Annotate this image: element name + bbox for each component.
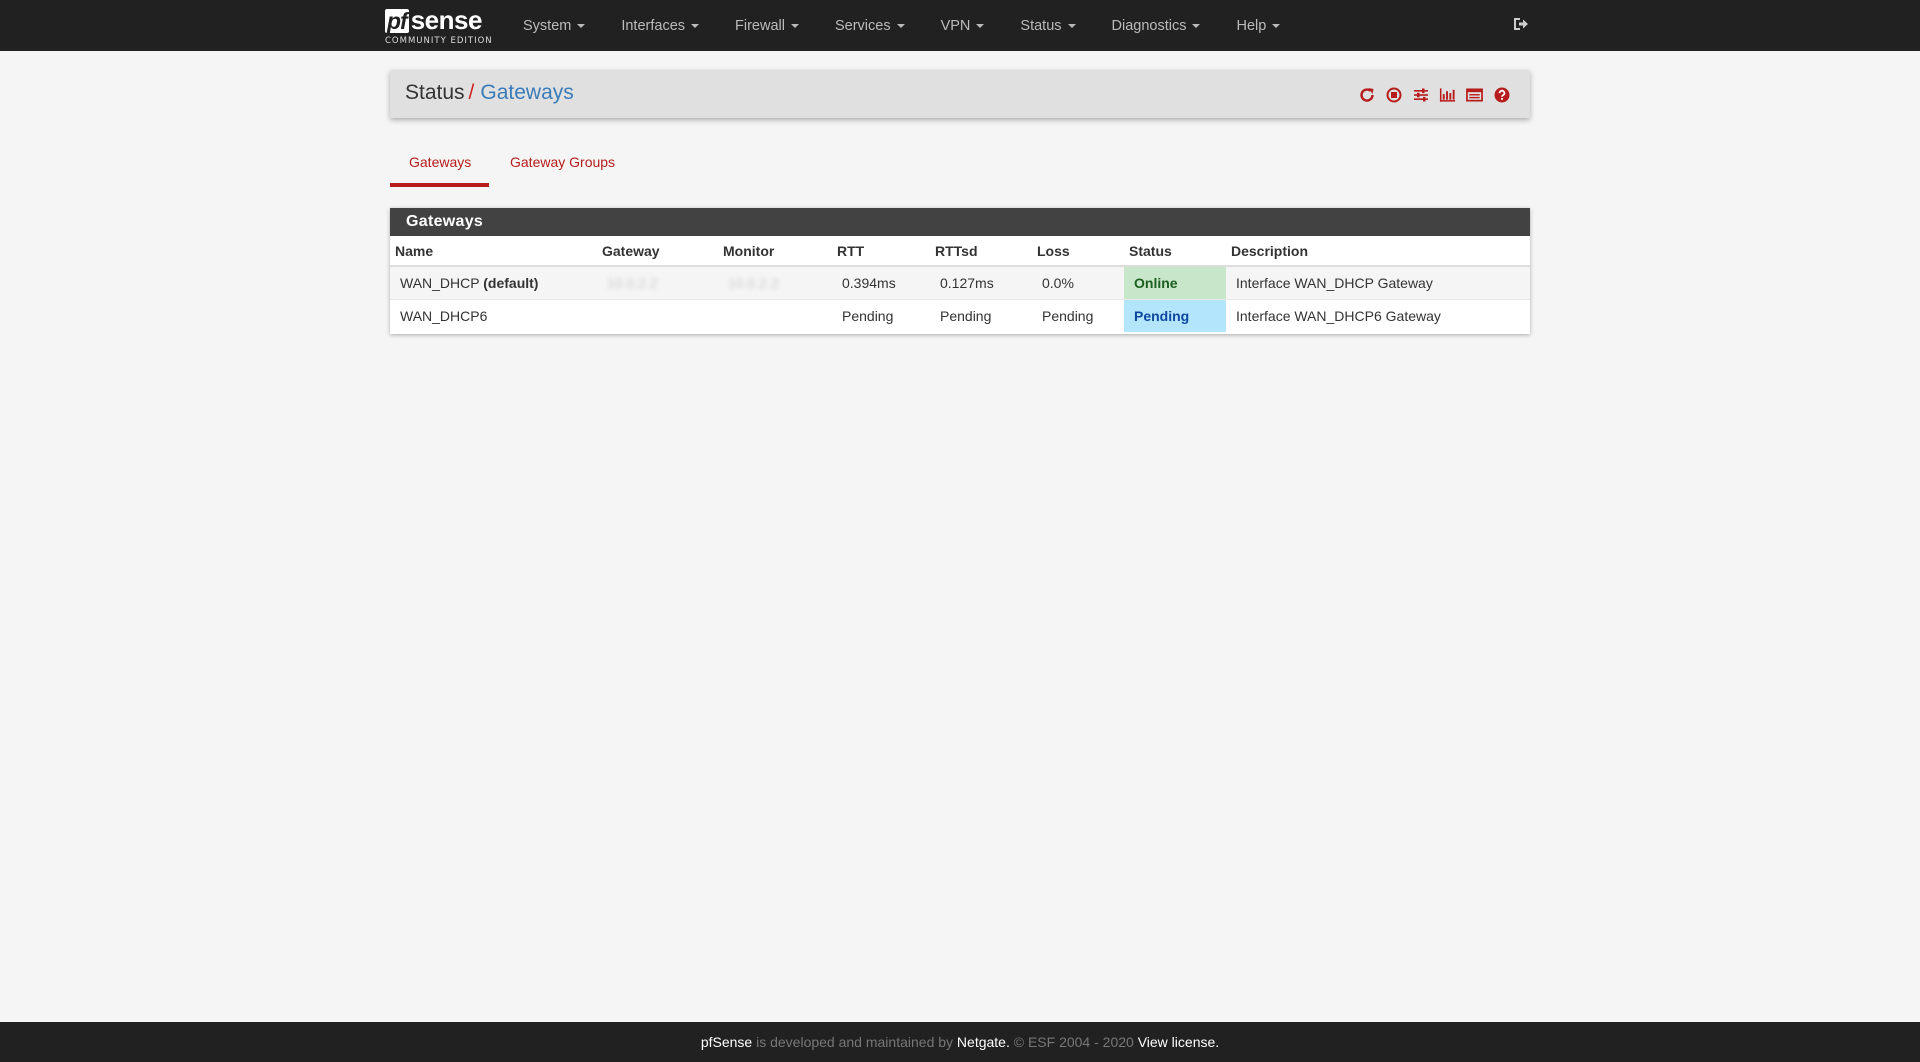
tab-gateways[interactable]: Gateways xyxy=(390,146,489,187)
column-header: Name xyxy=(390,236,597,267)
gateway-address-cell: 10.0.2.2 xyxy=(597,265,718,299)
monitor-address-cell: 10.0.2.2 xyxy=(718,265,832,299)
logo-sense: sense xyxy=(410,5,483,35)
menu-label: System xyxy=(523,17,572,34)
sign-out-icon[interactable] xyxy=(1512,15,1532,35)
stop-circle-icon[interactable] xyxy=(1385,86,1402,103)
caret-down-icon xyxy=(976,23,985,28)
description-cell: Interface WAN_DHCP6 Gateway xyxy=(1226,298,1530,332)
rttsd-cell: 0.127ms xyxy=(930,265,1032,299)
gateway-name: WAN_DHCP xyxy=(400,274,480,291)
breadcrumb-separator: / xyxy=(468,81,475,104)
monitor-address-cell xyxy=(718,298,832,332)
description-cell: Interface WAN_DHCP Gateway xyxy=(1226,265,1530,299)
menu-system[interactable]: System xyxy=(505,0,603,51)
rtt-cell: Pending xyxy=(832,298,930,332)
rttsd-cell: Pending xyxy=(930,298,1032,332)
view-license-link[interactable]: View license. xyxy=(1138,1034,1219,1050)
column-header: Monitor xyxy=(718,236,832,267)
navbar-container: pf sense COMMUNITY EDITION System Interf… xyxy=(385,0,1530,51)
breadcrumb-current[interactable]: Gateways xyxy=(480,81,573,104)
edition-label: COMMUNITY EDITION xyxy=(385,36,493,46)
default-marker: (default) xyxy=(483,274,539,291)
menu-label: Help xyxy=(1236,17,1267,34)
menu-label: Status xyxy=(1020,17,1062,34)
status-badge: Pending xyxy=(1124,298,1226,332)
page-header: Status / Gateways xyxy=(390,70,1530,118)
menu-help[interactable]: Help xyxy=(1218,0,1298,51)
caret-down-icon xyxy=(896,23,905,28)
gateway-address: 10.0.2.2 xyxy=(607,274,658,291)
netgate-link[interactable]: Netgate. xyxy=(957,1034,1010,1050)
caret-down-icon xyxy=(691,23,700,28)
menu-firewall[interactable]: Firewall xyxy=(717,0,817,51)
page-toolbar xyxy=(1358,86,1510,103)
column-header: Loss xyxy=(1032,236,1124,267)
tab-bar: Gateways Gateway Groups xyxy=(390,146,633,187)
caret-down-icon xyxy=(1067,23,1076,28)
table-row: WAN_DHCP (default) 10.0.2.2 10.0.2.2 0.3… xyxy=(390,265,1530,299)
log-list-icon[interactable] xyxy=(1466,86,1483,103)
page-footer: pfSense is developed and maintained by N… xyxy=(0,1022,1920,1062)
help-circle-icon[interactable] xyxy=(1493,86,1510,103)
column-header: Gateway xyxy=(597,236,718,267)
footer-copyright: © ESF 2004 - 2020 xyxy=(1009,1034,1138,1050)
caret-down-icon xyxy=(1272,23,1281,28)
menu-label: Services xyxy=(834,17,891,34)
menu-label: VPN xyxy=(940,17,971,34)
column-header: Status xyxy=(1124,236,1226,267)
loss-cell: Pending xyxy=(1032,298,1124,332)
column-header: Description xyxy=(1226,236,1530,267)
bar-chart-icon[interactable] xyxy=(1439,86,1456,103)
loss-cell: 0.0% xyxy=(1032,265,1124,299)
gateways-panel: Gateways Name Gateway Monitor RTT RTTsd … xyxy=(390,208,1530,334)
tab-gateway-groups[interactable]: Gateway Groups xyxy=(491,146,633,187)
footer-brand: pfSense xyxy=(700,1034,753,1050)
column-header: RTT xyxy=(832,236,930,267)
main-menu: System Interfaces Firewall Services VPN … xyxy=(505,0,1298,51)
refresh-icon[interactable] xyxy=(1358,86,1375,103)
monitor-address: 10.0.2.2 xyxy=(728,274,779,291)
menu-vpn[interactable]: VPN xyxy=(923,0,1003,51)
sliders-icon[interactable] xyxy=(1412,86,1429,103)
footer-text: is developed and maintained by xyxy=(752,1034,957,1050)
caret-down-icon xyxy=(790,23,799,28)
caret-down-icon xyxy=(577,23,586,28)
menu-label: Interfaces xyxy=(621,17,686,34)
status-badge: Online xyxy=(1124,265,1226,299)
caret-down-icon xyxy=(1192,23,1201,28)
breadcrumb-section: Status xyxy=(405,81,465,104)
table-row: WAN_DHCP6 Pending Pending Pending Pendin… xyxy=(390,298,1530,332)
gateways-table: Name Gateway Monitor RTT RTTsd Loss Stat… xyxy=(390,236,1530,332)
menu-interfaces[interactable]: Interfaces xyxy=(603,0,717,51)
rtt-cell: 0.394ms xyxy=(832,265,930,299)
menu-status[interactable]: Status xyxy=(1002,0,1093,51)
breadcrumb: Status / Gateways xyxy=(405,81,574,105)
top-navbar: pf sense COMMUNITY EDITION System Interf… xyxy=(0,0,1920,51)
table-header-row: Name Gateway Monitor RTT RTTsd Loss Stat… xyxy=(390,236,1530,267)
menu-services[interactable]: Services xyxy=(817,0,923,51)
logo-wordmark: pf sense xyxy=(385,5,493,33)
pfsense-logo[interactable]: pf sense COMMUNITY EDITION xyxy=(385,5,493,47)
menu-label: Diagnostics xyxy=(1111,17,1187,34)
logo-pf: pf xyxy=(385,8,409,34)
gateway-name-cell: WAN_DHCP6 xyxy=(390,298,597,332)
menu-diagnostics[interactable]: Diagnostics xyxy=(1094,0,1219,51)
menu-label: Firewall xyxy=(735,17,785,34)
panel-title: Gateways xyxy=(390,208,1530,236)
gateway-name: WAN_DHCP6 xyxy=(400,307,488,324)
gateway-name-cell: WAN_DHCP (default) xyxy=(390,265,597,299)
gateway-address-cell xyxy=(597,298,718,332)
column-header: RTTsd xyxy=(930,236,1032,267)
